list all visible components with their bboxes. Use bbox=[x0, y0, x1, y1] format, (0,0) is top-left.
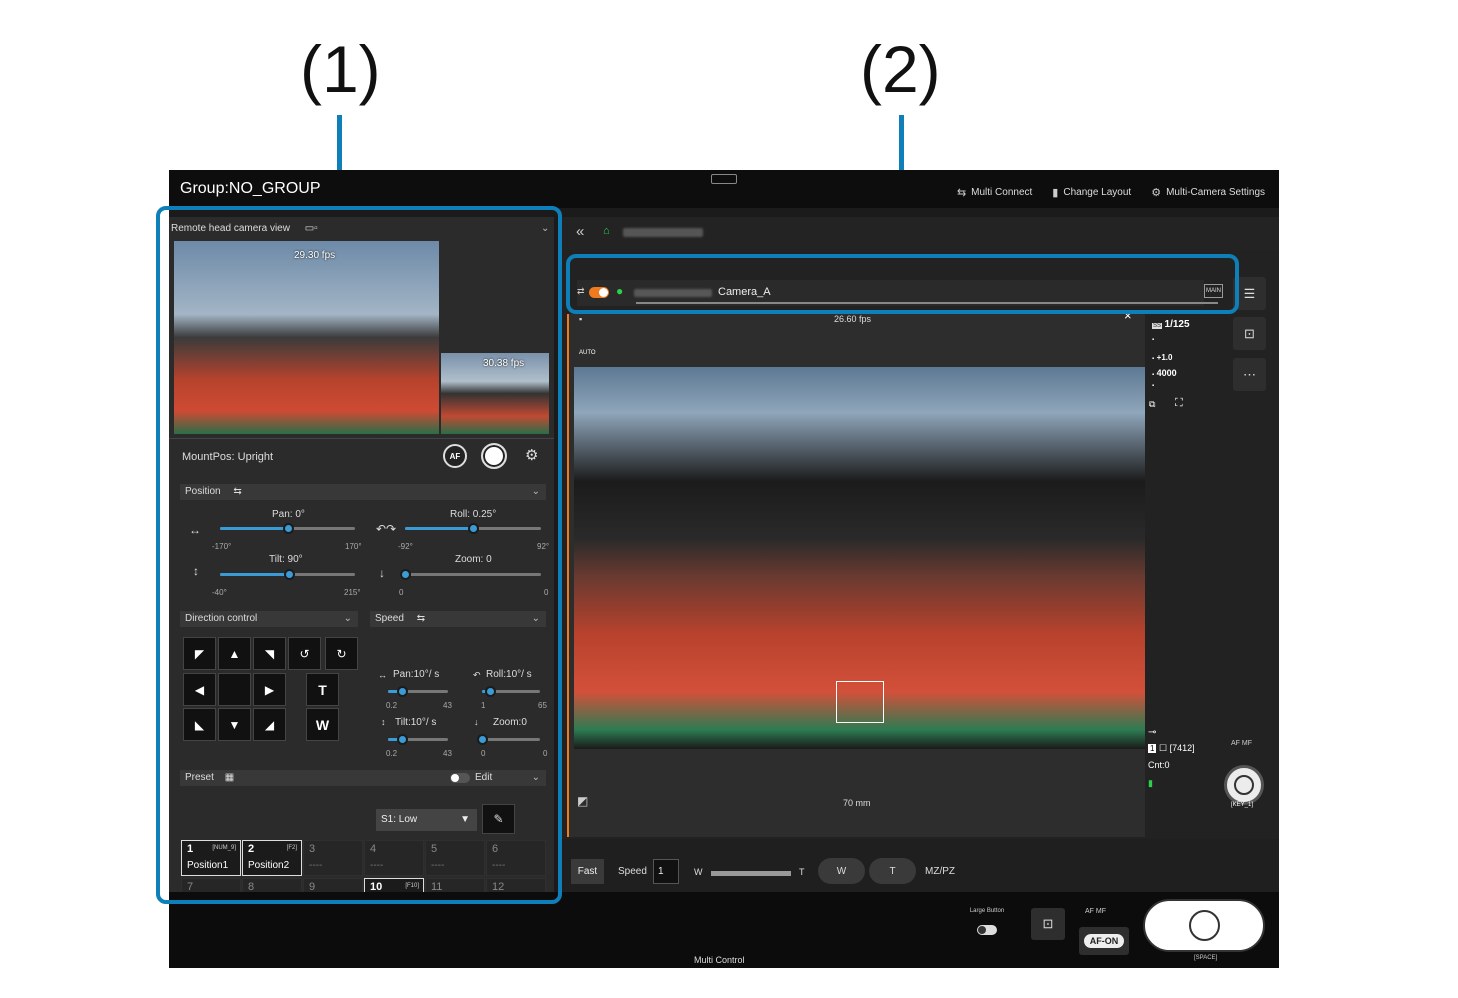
iso-text: 4000 bbox=[1156, 368, 1177, 378]
focus-area-box[interactable] bbox=[836, 681, 884, 723]
fast-label: Fast bbox=[577, 866, 598, 877]
callout-label-2: (2) bbox=[860, 32, 941, 106]
iso-icon: ▪ bbox=[1152, 372, 1155, 378]
wide-end-label: W bbox=[694, 867, 703, 877]
multi-camera-settings-label: Multi-Camera Settings bbox=[1166, 187, 1265, 198]
ev-text: +1.0 bbox=[1156, 353, 1173, 362]
fast-button[interactable]: Fast bbox=[571, 859, 604, 884]
ev-icon: ▪ bbox=[1152, 356, 1155, 362]
ev-value: ▪ +1.0 bbox=[1152, 352, 1172, 362]
magnify-icon: ⊡ bbox=[1042, 916, 1054, 931]
af-mf-label: AF MF bbox=[1231, 740, 1252, 747]
lens-tele-button[interactable]: T bbox=[869, 858, 916, 884]
lens-wide-button[interactable]: W bbox=[818, 858, 865, 884]
camera-panel: « ⌂ ⇄ ● Camera_A MAIN ▪ 26.60 fps × AUTO… bbox=[561, 217, 1279, 897]
af-mf-switch[interactable]: AF MF bbox=[1231, 740, 1252, 747]
power-icon: ⊸ bbox=[1148, 727, 1157, 738]
footer-af-mf-label: AF MF bbox=[1085, 908, 1106, 915]
fullscreen-icon[interactable]: ⛶ bbox=[1175, 397, 1183, 410]
af-on-button[interactable]: AF-ON bbox=[1079, 927, 1129, 955]
multi-connect-button[interactable]: ⇆ Multi Connect bbox=[957, 186, 1032, 199]
camera-record-button[interactable] bbox=[1224, 765, 1264, 805]
callout-label-1: (1) bbox=[300, 32, 381, 106]
more-icon: ⋯ bbox=[1243, 366, 1256, 382]
iso-value: ▪ 4000 bbox=[1152, 368, 1177, 378]
large-button-toggle[interactable] bbox=[977, 925, 997, 935]
clip-text: [7412] bbox=[1169, 743, 1195, 753]
camera-settings-icon: ⚙ bbox=[1151, 187, 1162, 199]
change-layout-button[interactable]: ▮ Change Layout bbox=[1052, 186, 1131, 199]
magnify-icon: ⊡ bbox=[1244, 325, 1255, 341]
lens-control-bar: Fast Speed 1 W T W T MZ/PZ bbox=[561, 839, 1279, 897]
shutter-value: SS 1/125 bbox=[1152, 319, 1190, 330]
space-record-button[interactable] bbox=[1143, 899, 1265, 952]
camera-menu-icon[interactable]: ▪ bbox=[579, 314, 582, 324]
collapse-icon[interactable]: « bbox=[576, 223, 584, 240]
camera-panel-header: « ⌂ bbox=[561, 217, 1279, 250]
multi-camera-settings-button[interactable]: ⚙ Multi-Camera Settings bbox=[1151, 186, 1265, 199]
cnt-value: Cnt:0 bbox=[1148, 760, 1170, 770]
layout-icon: ▮ bbox=[1052, 187, 1059, 199]
display-icon: ⧉ bbox=[1149, 399, 1156, 409]
aperture-icon: ▪ bbox=[1152, 337, 1155, 343]
speed-input-value: 1 bbox=[658, 866, 664, 877]
clip-number: 1 bbox=[1148, 744, 1157, 753]
key-label: [KEY_1] bbox=[1231, 802, 1254, 808]
footer-label: Multi Control bbox=[694, 955, 745, 965]
camera-fps: 26.60 fps bbox=[834, 314, 872, 324]
change-layout-label: Change Layout bbox=[1063, 187, 1132, 198]
callout-box-1 bbox=[156, 206, 562, 904]
auto-label: AUTO bbox=[579, 350, 596, 356]
shutter-text: 1/125 bbox=[1164, 319, 1190, 330]
large-button-label: Large Button bbox=[969, 908, 1005, 914]
camera-view-area[interactable]: ▪ 26.60 fps × AUTO ◩ 70 mm bbox=[567, 308, 1145, 837]
wb-icon: ▪ bbox=[1152, 383, 1155, 389]
callout-box-2 bbox=[566, 254, 1239, 314]
more-options-button[interactable]: ⋯ bbox=[1233, 358, 1266, 391]
group-title: Group:NO_GROUP bbox=[169, 174, 349, 204]
tele-end-label: T bbox=[799, 867, 805, 877]
multi-connect-icon: ⇆ bbox=[956, 187, 967, 199]
footer-zoom-button[interactable]: ⊡ bbox=[1031, 908, 1065, 940]
space-label: [SPACE] bbox=[1194, 955, 1218, 961]
zoom-position-bar[interactable] bbox=[711, 871, 791, 876]
lens-wide-label: W bbox=[836, 865, 847, 877]
multi-connect-label: Multi Connect bbox=[971, 187, 1033, 198]
drag-handle-icon[interactable] bbox=[711, 174, 737, 184]
speed-label: Speed bbox=[618, 866, 647, 877]
speed-input[interactable]: 1 bbox=[653, 859, 679, 884]
sliders-icon: ☰ bbox=[1243, 285, 1256, 301]
live-camera-view[interactable] bbox=[574, 367, 1145, 749]
af-on-label: AF-ON bbox=[1083, 934, 1125, 948]
shutter-icon: SS bbox=[1152, 323, 1163, 329]
mz-pz-label: MZ/PZ bbox=[925, 866, 955, 877]
zoom-preview-button[interactable]: ⊡ bbox=[1233, 317, 1266, 350]
network-camera-icon: ⌂ bbox=[603, 225, 610, 237]
ip-address-blurred bbox=[623, 228, 703, 237]
snapshot-icon[interactable]: ◩ bbox=[577, 794, 588, 808]
clip-info: 1 ☐ [7412] bbox=[1148, 743, 1195, 754]
lens-tele-label: T bbox=[889, 865, 896, 877]
battery-icon: ▮ bbox=[1148, 778, 1153, 788]
clip-box-icon: ☐ bbox=[1158, 743, 1168, 753]
top-bar: Group:NO_GROUP ⇆ Multi Connect ▮ Change La… bbox=[169, 170, 1279, 208]
focal-length: 70 mm bbox=[843, 798, 871, 808]
